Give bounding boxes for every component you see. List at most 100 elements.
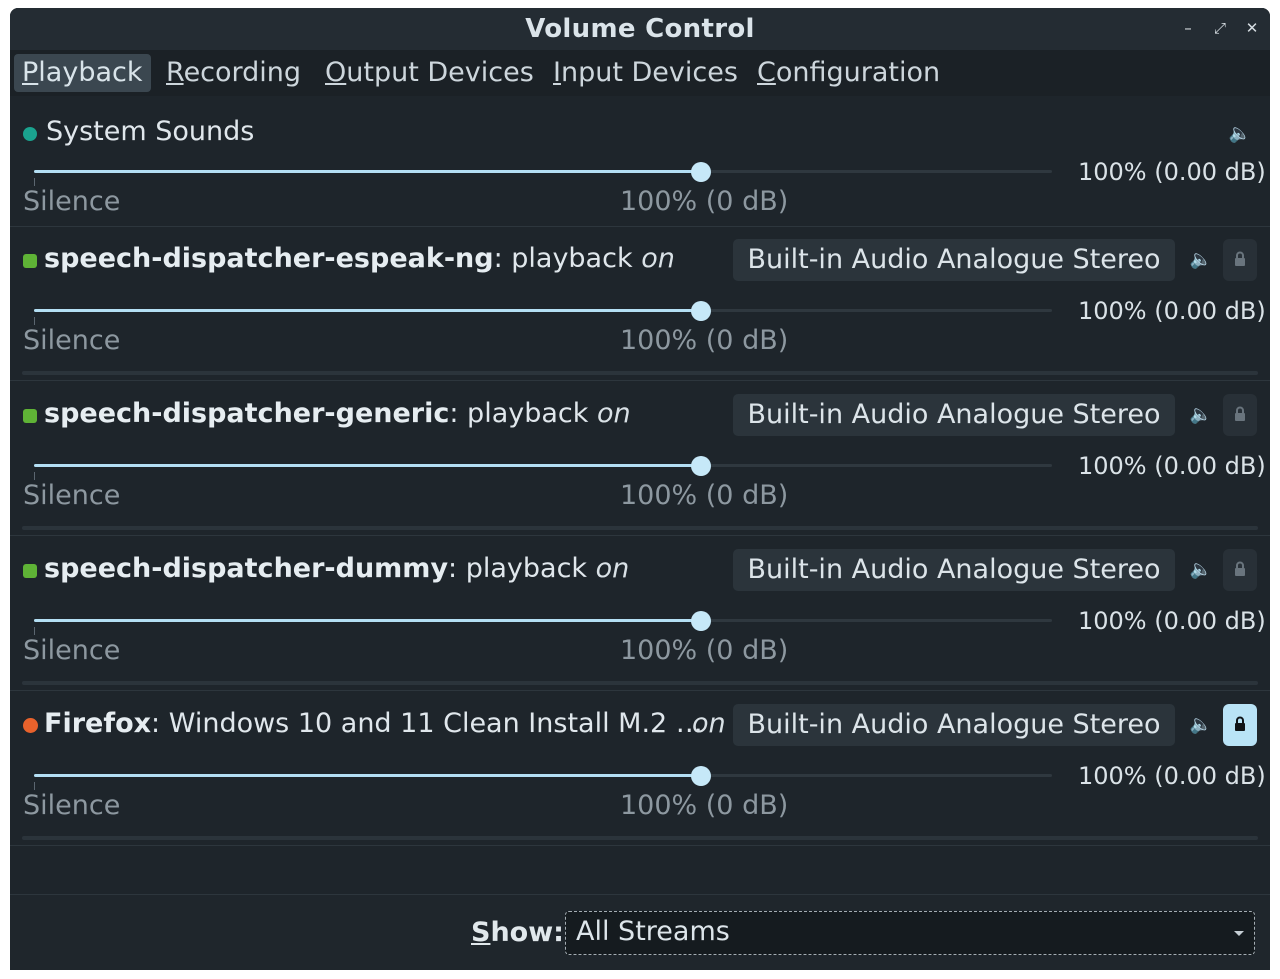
stream-title: Firefox: Windows 10 and 11 Clean Install… <box>44 708 726 739</box>
stream-description: : playback <box>493 243 633 274</box>
tab-recording[interactable]: Recording <box>158 54 309 92</box>
volume-slider-knob[interactable] <box>691 611 711 631</box>
silence-tick <box>34 472 35 480</box>
channel-divider <box>22 836 1258 840</box>
chevron-down-icon <box>1234 931 1244 936</box>
mute-speaker-icon[interactable]: 🔈 <box>1223 113 1257 155</box>
tab-label: layback <box>38 57 143 88</box>
stream-description: : playback <box>448 553 588 584</box>
show-label: Show: <box>471 917 564 948</box>
silence-tick <box>34 627 35 635</box>
tab-mnemonic: O <box>325 57 347 88</box>
minimize-button[interactable]: – <box>1178 18 1198 38</box>
show-mnemonic: S <box>471 917 491 948</box>
firefox-icon <box>23 718 38 733</box>
stream-description: : playback <box>449 398 589 429</box>
system-sounds-icon <box>23 127 37 141</box>
output-device-button[interactable]: Built-in Audio Analogue Stereo <box>733 549 1175 591</box>
volume-slider-knob[interactable] <box>691 766 711 786</box>
separator <box>10 690 1270 691</box>
channel-divider <box>22 526 1258 530</box>
stream-description: : Windows 10 and 11 Clean Install M.2 … <box>151 708 703 739</box>
silence-tick <box>34 178 35 186</box>
stream-title: speech-dispatcher-dummy: playback on <box>44 553 629 584</box>
separator <box>10 535 1270 536</box>
mute-speaker-icon[interactable]: 🔈 <box>1184 394 1218 436</box>
hundred-percent-mark: 100% (0 dB) <box>620 790 789 821</box>
footer-bar: Show: All Streams <box>10 894 1270 970</box>
silence-tick <box>34 782 35 790</box>
output-device-button[interactable]: Built-in Audio Analogue Stereo <box>733 394 1175 436</box>
tab-label: utput Devices <box>346 57 534 88</box>
volume-readout: 100% (0.00 dB) <box>1078 452 1266 480</box>
mute-speaker-icon[interactable]: 🔈 <box>1184 239 1218 281</box>
volume-readout: 100% (0.00 dB) <box>1078 297 1266 325</box>
volume-slider-fill <box>34 774 701 777</box>
tab-mnemonic: I <box>553 57 561 88</box>
volume-slider-knob[interactable] <box>691 162 711 182</box>
separator <box>10 380 1270 381</box>
silence-tick <box>34 317 35 325</box>
show-filter-dropdown[interactable]: All Streams <box>565 911 1255 955</box>
volume-slider-knob[interactable] <box>691 301 711 321</box>
tab-playback[interactable]: Playback <box>14 54 151 92</box>
stream-app-name: speech-dispatcher-espeak-ng <box>44 243 494 274</box>
channel-divider <box>22 371 1258 375</box>
volume-slider[interactable] <box>34 464 1052 467</box>
mute-speaker-icon[interactable]: 🔈 <box>1184 704 1218 746</box>
stream-app-name: Firefox <box>44 708 152 739</box>
channel-divider <box>22 681 1258 685</box>
volume-slider[interactable] <box>34 170 1052 173</box>
silence-mark: Silence <box>23 790 121 821</box>
tab-input-devices[interactable]: Input Devices <box>545 54 746 92</box>
lock-channels-button[interactable] <box>1223 394 1257 436</box>
system-sounds-row: System Sounds 🔈 100% (0.00 dB) Silence 1… <box>10 96 1270 226</box>
volume-control-window: Volume Control – ⤢ ✕ Playback Recording … <box>10 8 1270 970</box>
speech-dispatcher-icon <box>23 254 37 268</box>
maximize-button[interactable]: ⤢ <box>1210 18 1230 38</box>
speech-dispatcher-icon <box>23 564 37 578</box>
tab-mnemonic: P <box>22 57 39 88</box>
stream-app-name: speech-dispatcher-dummy <box>44 553 449 584</box>
silence-mark: Silence <box>23 325 121 356</box>
lock-channels-button[interactable] <box>1223 239 1257 281</box>
show-filter-value: All Streams <box>576 916 730 947</box>
lock-icon <box>1235 561 1245 576</box>
volume-slider[interactable] <box>34 619 1052 622</box>
stream-row: speech-dispatcher-generic: playback on B… <box>10 382 1270 535</box>
volume-slider[interactable] <box>34 309 1052 312</box>
tab-label: onfiguration <box>775 57 941 88</box>
stream-title: speech-dispatcher-espeak-ng: playback on <box>44 243 675 274</box>
silence-mark: Silence <box>23 480 121 511</box>
volume-slider-knob[interactable] <box>691 456 711 476</box>
lock-channels-button[interactable] <box>1223 549 1257 591</box>
tab-label: ecording <box>183 57 302 88</box>
window-title: Volume Control <box>525 14 755 44</box>
lock-channels-button[interactable] <box>1223 704 1257 746</box>
stream-row: speech-dispatcher-espeak-ng: playback on… <box>10 227 1270 380</box>
volume-slider[interactable] <box>34 774 1052 777</box>
tab-output-devices[interactable]: Output Devices <box>317 54 542 92</box>
output-device-button[interactable]: Built-in Audio Analogue Stereo <box>733 704 1175 746</box>
volume-readout: 100% (0.00 dB) <box>1078 158 1266 186</box>
output-device-button[interactable]: Built-in Audio Analogue Stereo <box>733 239 1175 281</box>
tab-configuration[interactable]: Configuration <box>749 54 948 92</box>
silence-mark: Silence <box>23 186 121 217</box>
stream-on-label: on <box>596 398 631 429</box>
titlebar: Volume Control – ⤢ ✕ <box>10 8 1270 50</box>
volume-slider-fill <box>34 464 701 467</box>
stream-app-name: speech-dispatcher-generic <box>44 398 450 429</box>
hundred-percent-mark: 100% (0 dB) <box>620 480 789 511</box>
close-button[interactable]: ✕ <box>1242 18 1262 38</box>
tab-bar: Playback Recording Output Devices Input … <box>10 50 1270 96</box>
volume-slider-fill <box>34 170 701 173</box>
tab-label: nput Devices <box>560 57 738 88</box>
system-sounds-label: System Sounds <box>46 116 255 147</box>
stream-row: Firefox: Windows 10 and 11 Clean Install… <box>10 692 1270 845</box>
lock-icon <box>1235 716 1245 731</box>
stream-title: speech-dispatcher-generic: playback on <box>44 398 631 429</box>
stream-on-label: on <box>641 243 675 274</box>
silence-mark: Silence <box>23 635 121 666</box>
volume-readout: 100% (0.00 dB) <box>1078 607 1266 635</box>
mute-speaker-icon[interactable]: 🔈 <box>1184 549 1218 591</box>
